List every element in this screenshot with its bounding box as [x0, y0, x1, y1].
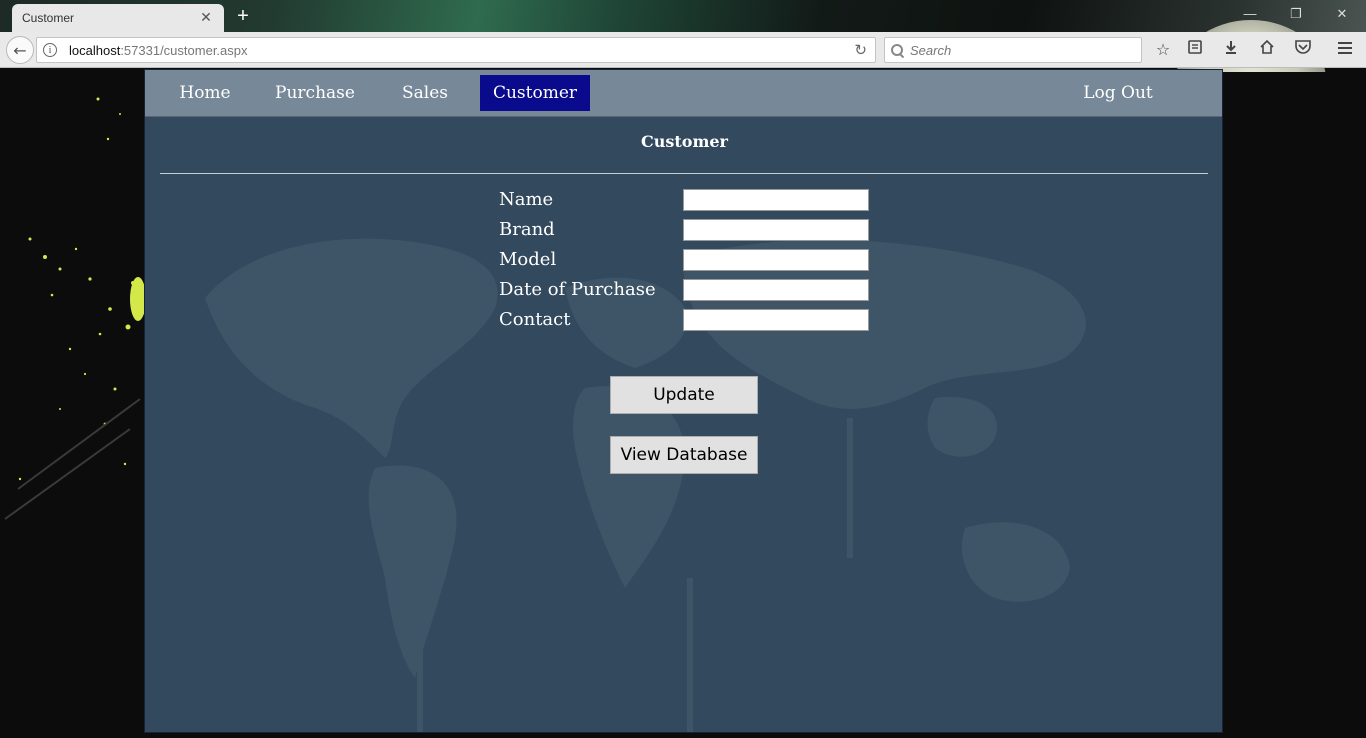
nav-purchase[interactable]: Purchase: [269, 75, 361, 111]
model-label: Model: [499, 249, 557, 270]
name-input[interactable]: [683, 189, 869, 211]
reading-list-icon[interactable]: [1184, 39, 1206, 61]
background-splatter-graphic: [4, 97, 144, 520]
close-window-button[interactable]: ✕: [1332, 6, 1352, 22]
url-text[interactable]: localhost:57331/customer.aspx: [69, 43, 854, 58]
view-database-button[interactable]: View Database: [610, 436, 758, 474]
search-icon: [891, 43, 904, 57]
home-icon[interactable]: [1256, 39, 1278, 61]
nav-home[interactable]: Home: [165, 75, 245, 111]
back-button[interactable]: ←: [6, 36, 34, 64]
url-host: localhost: [69, 42, 121, 58]
contact-label: Contact: [499, 309, 571, 330]
nav-logout[interactable]: Log Out: [1075, 75, 1161, 111]
pocket-icon[interactable]: [1292, 39, 1314, 61]
browser-toolbar: ← i localhost:57331/customer.aspx ↻ ☆: [0, 32, 1366, 68]
brand-input[interactable]: [683, 219, 869, 241]
back-arrow-icon: ←: [13, 40, 27, 60]
search-input[interactable]: [910, 42, 1130, 58]
tab-close-icon[interactable]: ✕: [198, 10, 214, 26]
new-tab-button[interactable]: +: [232, 4, 254, 28]
update-button[interactable]: Update: [610, 376, 758, 414]
site-info-icon[interactable]: i: [43, 43, 57, 57]
contact-input[interactable]: [683, 309, 869, 331]
nav-sales[interactable]: Sales: [389, 75, 461, 111]
download-icon[interactable]: [1220, 39, 1242, 61]
tab-title: Customer: [22, 11, 75, 25]
date-of-purchase-label: Date of Purchase: [499, 279, 656, 300]
browser-titlebar: Customer ✕ + — ❐ ✕: [0, 0, 1366, 72]
title-divider: [160, 173, 1208, 174]
minimize-button[interactable]: —: [1240, 6, 1260, 21]
browser-tab[interactable]: Customer ✕: [12, 4, 224, 32]
model-input[interactable]: [683, 249, 869, 271]
name-label: Name: [499, 189, 554, 210]
date-of-purchase-input[interactable]: [683, 279, 869, 301]
bookmark-star-icon[interactable]: ☆: [1152, 39, 1174, 61]
brand-label: Brand: [499, 219, 555, 240]
menu-icon[interactable]: [1334, 39, 1356, 61]
page-title: Customer: [641, 132, 728, 151]
search-bar[interactable]: [884, 37, 1142, 63]
address-bar[interactable]: i localhost:57331/customer.aspx ↻: [36, 37, 876, 63]
restore-button[interactable]: ❐: [1286, 6, 1306, 22]
nav-customer[interactable]: Customer: [480, 75, 590, 111]
site-navbar: Home Purchase Sales Customer Log Out: [145, 70, 1222, 117]
site-container: Home Purchase Sales Customer Log Out Cus…: [144, 69, 1223, 733]
url-path: :57331/customer.aspx: [120, 42, 248, 58]
reload-icon[interactable]: ↻: [854, 41, 867, 59]
